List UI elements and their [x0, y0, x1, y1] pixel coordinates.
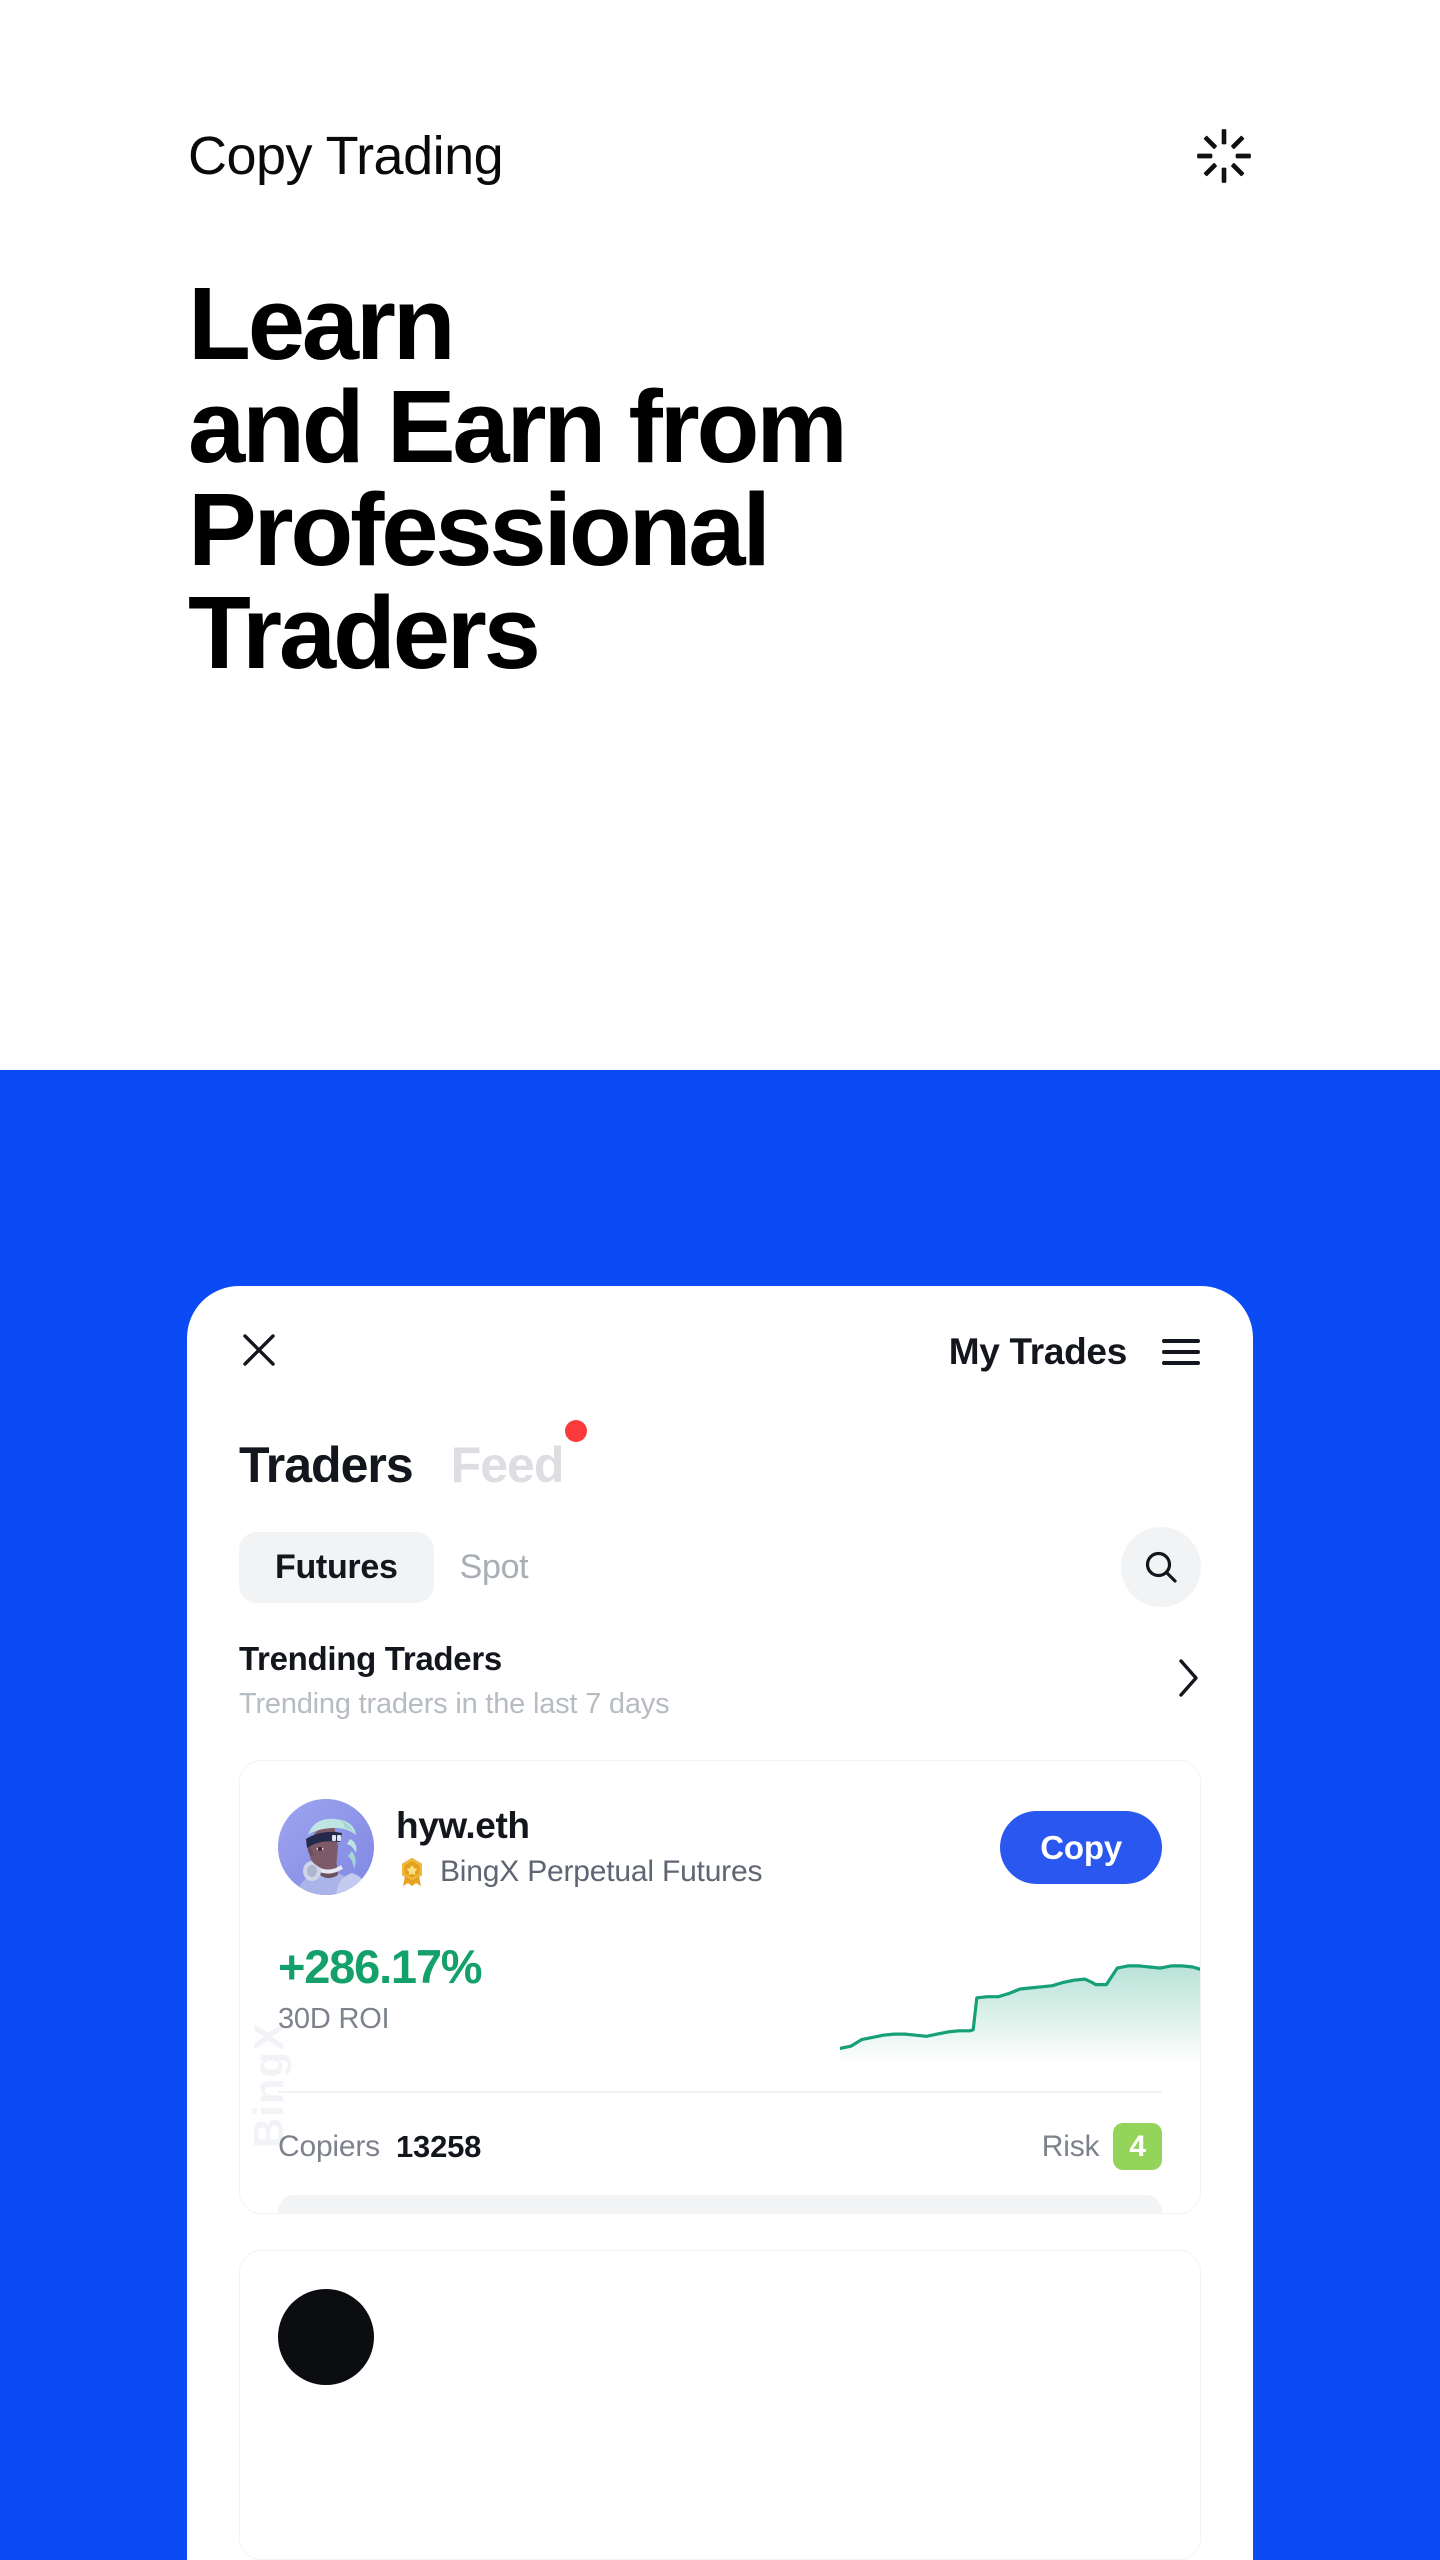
trader-product-row: BingX Perpetual Futures [396, 1855, 1000, 1889]
top-bar-right-group: My Trades [949, 1331, 1201, 1373]
copiers-label: Copiers [278, 2129, 380, 2163]
trader-card-secondary[interactable] [239, 2250, 1201, 2560]
segment-spot[interactable]: Spot [434, 1532, 555, 1603]
trending-traders-text-group: Trending Traders Trending traders in the… [239, 1638, 1175, 1723]
phone-mockup: My Trades Traders Feed Futures Spot Tren… [187, 1286, 1253, 2560]
search-button[interactable] [1121, 1527, 1201, 1607]
risk-label: Risk [1041, 2129, 1100, 2163]
my-trades-link[interactable]: My Trades [949, 1331, 1128, 1373]
section-title: Trending Traders [239, 1640, 502, 1677]
tab-traders-label: Traders [239, 1437, 414, 1493]
close-x-icon[interactable] [239, 1330, 279, 1375]
risk-badge: 4 [1113, 2123, 1162, 2170]
hero-section: Copy Trading Learn and Earn from Profess… [0, 0, 1440, 1070]
hero-eyebrow-row: Copy Trading [188, 128, 1252, 184]
tab-feed-label: Feed [450, 1437, 565, 1493]
tab-traders[interactable]: Traders [239, 1437, 414, 1493]
trader-card[interactable]: BingX hyw.eth BingX Perpetual Futures Co… [239, 1760, 1201, 2214]
search-magnifier-icon [1143, 1549, 1179, 1585]
loading-starburst-icon [1196, 128, 1252, 184]
trader-name: hyw.eth [396, 1804, 530, 1846]
page-title: Learn and Earn from Professional Traders [188, 266, 848, 690]
trader-product-label: BingX Perpetual Futures [440, 1855, 763, 1889]
market-type-segment-bar: Futures Spot [239, 1526, 1201, 1608]
hero-eyebrow: Copy Trading [188, 126, 504, 186]
trader-stats-row: Copiers 13258 Risk 4 [278, 2123, 1162, 2170]
avatar[interactable] [278, 1799, 374, 1895]
roi-label: 30D ROI [278, 2002, 390, 2035]
hamburger-menu-icon[interactable] [1161, 1336, 1201, 1368]
roi-block: +286.17% 30D ROI [278, 1940, 483, 2036]
copiers-value: 13258 [395, 2128, 482, 2164]
primary-tab-bar: Traders Feed [239, 1420, 588, 1493]
roi-value: +286.17% [278, 1940, 483, 1993]
trader-meta: hyw.eth BingX Perpetual Futures [396, 1805, 1000, 1890]
segment-futures[interactable]: Futures [239, 1531, 434, 1603]
section-subtitle: Trending traders in the last 7 days [239, 1688, 670, 1721]
gold-medal-icon [396, 1856, 428, 1888]
risk-group: Risk 4 [1042, 2123, 1162, 2170]
feed-notification-dot [565, 1420, 588, 1442]
trader-card-header: hyw.eth BingX Perpetual Futures Copy [278, 1799, 1162, 1895]
chevron-right-icon[interactable] [1175, 1638, 1201, 1705]
avatar[interactable] [278, 2289, 374, 2385]
tab-feed[interactable]: Feed [450, 1420, 588, 1493]
copy-button[interactable]: Copy [1000, 1810, 1162, 1884]
card-divider [278, 2091, 1162, 2093]
market-tag-chip[interactable]: strange market [278, 2195, 1162, 2213]
roi-sparkline-chart [840, 1939, 1200, 2059]
trending-traders-header[interactable]: Trending Traders Trending traders in the… [239, 1638, 1201, 1723]
app-top-bar: My Trades [187, 1286, 1253, 1418]
